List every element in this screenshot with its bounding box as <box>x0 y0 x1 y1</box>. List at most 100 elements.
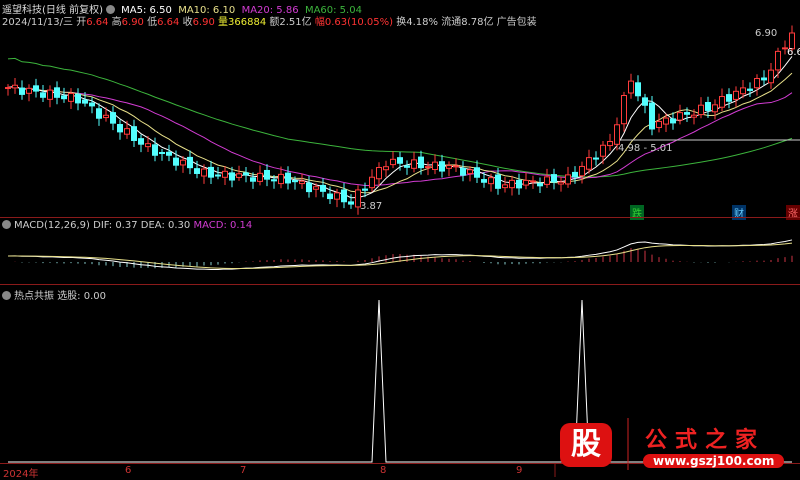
candle <box>656 120 662 128</box>
signal-title: 热点共振 <box>14 291 54 302</box>
candle <box>299 180 305 185</box>
candle <box>733 90 739 100</box>
candle <box>642 97 648 106</box>
candle <box>684 112 690 115</box>
candle <box>201 168 207 177</box>
candle <box>306 182 312 193</box>
candle <box>54 87 60 98</box>
candle <box>117 124 123 133</box>
candle <box>677 112 683 121</box>
candle <box>152 144 158 156</box>
candle <box>103 114 109 119</box>
candle <box>320 184 326 192</box>
candle <box>187 156 193 169</box>
candle <box>586 157 592 170</box>
high-annotation: 6.90 <box>755 28 778 39</box>
candle <box>719 96 725 108</box>
candle <box>5 87 11 90</box>
candle <box>376 167 382 180</box>
candle <box>292 180 298 183</box>
candle <box>166 151 172 156</box>
candle <box>628 80 634 94</box>
x-label: 7 <box>240 465 247 476</box>
candle <box>215 174 221 177</box>
candle <box>635 82 641 97</box>
candle <box>12 84 18 89</box>
candle <box>761 77 767 81</box>
watermark-name: 公式之家 <box>645 428 766 453</box>
dif: DIF: 0.37 <box>93 220 138 231</box>
candle <box>68 92 74 102</box>
watermark-logo: 股 <box>560 423 612 467</box>
x-label: 6 <box>125 465 132 476</box>
candle <box>229 172 235 181</box>
right-value: 6.6 <box>787 47 800 58</box>
candle <box>453 165 459 168</box>
candle <box>194 168 200 174</box>
candle <box>89 102 95 107</box>
candle <box>397 157 403 164</box>
candle <box>404 165 410 168</box>
candle <box>334 192 340 200</box>
candle <box>285 172 291 184</box>
candle <box>110 112 116 124</box>
candle <box>26 87 32 94</box>
candle <box>124 128 130 135</box>
candle <box>327 193 333 200</box>
candle <box>607 141 613 147</box>
candle <box>474 167 480 178</box>
candle <box>432 161 438 171</box>
signal-value: 选股: 0.00 <box>57 291 107 302</box>
candle <box>698 104 704 116</box>
candle <box>348 201 354 205</box>
candle <box>530 180 536 183</box>
candle <box>180 159 186 166</box>
chart-canvas <box>5 25 800 477</box>
range-annotation: 4.98 - 5.01 <box>618 143 673 154</box>
dropdown-icon[interactable] <box>2 291 11 300</box>
candle <box>418 156 424 169</box>
candle <box>691 114 697 118</box>
candle <box>537 183 543 187</box>
candle <box>75 93 81 104</box>
candle <box>243 172 249 176</box>
candle <box>593 157 599 160</box>
candle <box>712 104 718 113</box>
watermark-url: www.gszj100.com <box>643 454 785 468</box>
candle <box>96 108 102 119</box>
candle <box>47 89 53 100</box>
candle <box>565 174 571 185</box>
ma5-line <box>7 56 793 199</box>
candle <box>705 101 711 111</box>
dropdown-icon[interactable] <box>2 220 11 229</box>
candle <box>726 94 732 102</box>
dea: DEA: 0.30 <box>140 220 191 231</box>
candle <box>516 179 522 189</box>
x-label: 9 <box>516 465 523 476</box>
candle <box>19 87 25 95</box>
candle <box>775 50 781 71</box>
candle <box>551 174 557 183</box>
candle <box>523 179 529 186</box>
candle <box>509 179 515 189</box>
candle <box>488 177 494 185</box>
candle <box>460 167 466 176</box>
candle <box>138 138 144 145</box>
signal-header: 热点共振 选股: 0.00 <box>2 287 106 302</box>
candle <box>544 176 550 185</box>
candle <box>33 85 39 92</box>
candle <box>558 181 564 185</box>
candle <box>341 189 347 203</box>
ma20-line <box>7 85 793 187</box>
candle <box>663 117 669 125</box>
candle <box>61 95 67 100</box>
x-label: 2024年 <box>3 469 39 480</box>
candle <box>159 152 165 155</box>
candle <box>390 158 396 166</box>
candle <box>278 173 284 185</box>
candle <box>236 173 242 178</box>
macd-title: MACD(12,26,9) <box>14 220 90 231</box>
candle <box>411 159 417 169</box>
candle <box>222 170 228 178</box>
candle <box>250 177 256 182</box>
